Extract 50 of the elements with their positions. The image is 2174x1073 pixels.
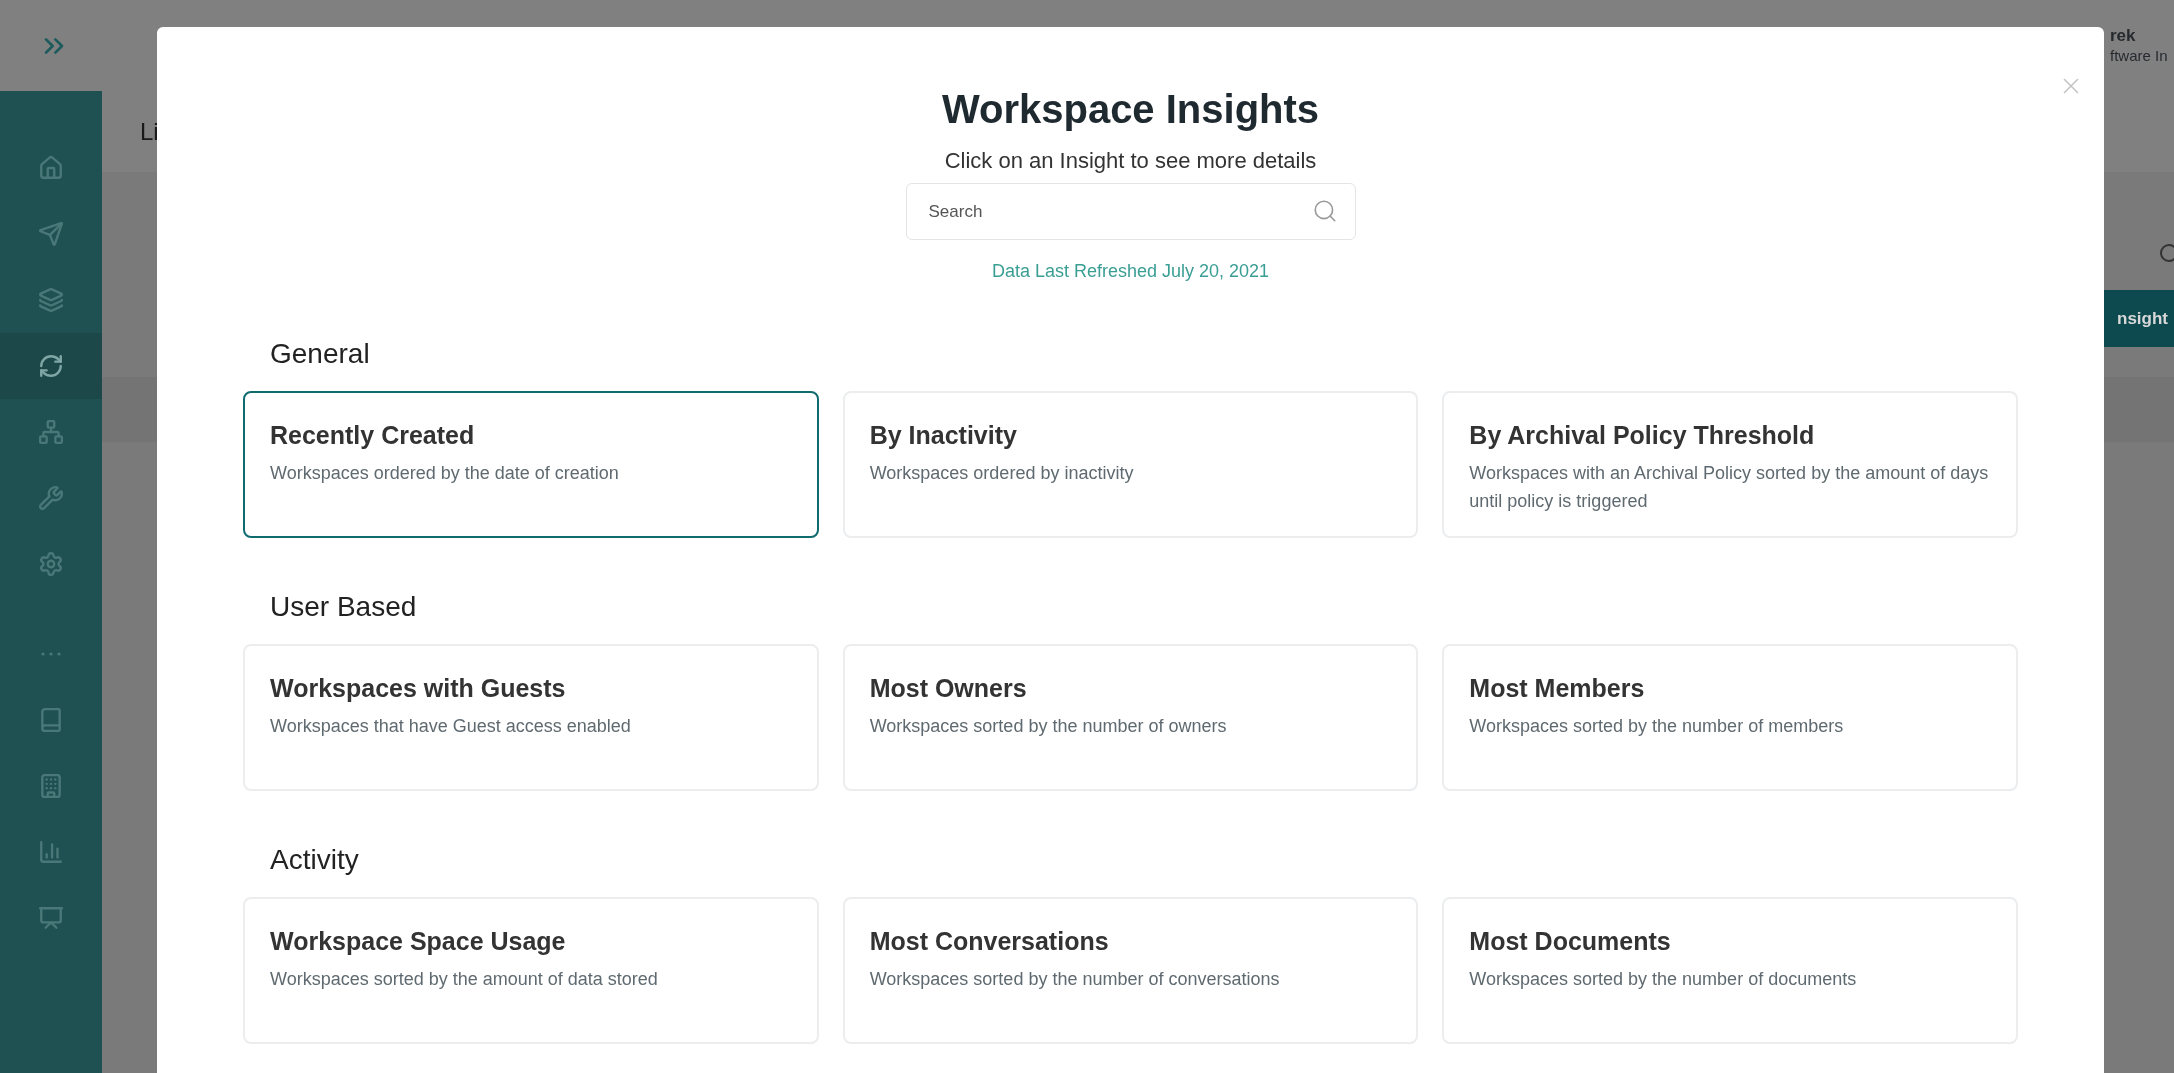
insight-card[interactable]: Most Conversations Workspaces sorted by the number of conversations [842, 897, 1419, 1044]
insight-card[interactable]: By Inactivity Workspaces ordered by inactivity [842, 391, 1419, 538]
more-icon [41, 652, 61, 656]
refresh-date: Data Last Refreshed July 20, 2021 [991, 260, 1270, 283]
building-icon [38, 773, 64, 799]
insight-card[interactable]: Workspaces with Guests Workspaces that have Guest access enabled [243, 644, 819, 791]
presenter-icon [38, 905, 64, 931]
card-description: Workspaces sorted by the number of members [1469, 715, 1845, 738]
dialog-subtitle: Click on an Insight to see more details [944, 147, 1317, 175]
section-heading: General [270, 337, 371, 371]
card-title: Most Conversations [869, 926, 1110, 957]
card-description: Workspaces ordered by inactivity [869, 462, 1135, 485]
layers-icon [38, 287, 64, 313]
card-title: By Archival Policy Threshold [1469, 420, 1816, 451]
book-icon [38, 707, 64, 733]
card-title: Most Documents [1469, 926, 1672, 957]
card-description: Workspaces sorted by the number of owners [869, 715, 1228, 738]
bar-chart-icon [38, 839, 64, 865]
wrench-icon [38, 485, 64, 511]
card-title: By Inactivity [869, 420, 1018, 451]
insight-card[interactable]: Most Documents Workspaces sorted by the number of documents [1442, 897, 2018, 1044]
card-description: Workspaces sorted by the amount of data stored [270, 968, 659, 991]
card-title: Workspaces with Guests [270, 673, 567, 704]
card-description: Workspaces with an Archival Policy sorted by the amount of days until policy is triggered [1469, 462, 1990, 513]
refresh-icon [38, 353, 64, 379]
dialog-title: Workspace Insights [941, 86, 1320, 133]
card-description: Workspaces sorted by the number of documents [1469, 968, 1858, 991]
user-role: ftware In [2110, 45, 2169, 66]
card-title: Recently Created [270, 420, 476, 451]
card-title: Workspace Space Usage [270, 926, 567, 957]
settings-icon [38, 551, 64, 577]
card-description: Workspaces that have Guest access enabled [270, 715, 632, 738]
card-title: Most Members [1469, 673, 1646, 704]
section-heading: Activity [270, 843, 360, 877]
card-title: Most Owners [869, 673, 1028, 704]
search-field[interactable]: Search [905, 183, 1356, 240]
insight-card[interactable]: Workspace Space Usage Workspaces sorted by the amount of data stored [243, 897, 819, 1044]
insight-card[interactable]: Most Members Workspaces sorted by the number of members [1442, 644, 2018, 791]
insight-card[interactable]: By Archival Policy Threshold Workspaces with an Archival Policy sorted by the amount of days until policy is triggered [1442, 391, 2018, 538]
section-heading: User Based [270, 590, 418, 624]
insight-card[interactable]: Recently Created Workspaces ordered by the date of creation [243, 391, 819, 538]
user-name: rek [2110, 25, 2137, 46]
hierarchy-icon [38, 419, 64, 445]
card-description: Workspaces sorted by the number of conversations [869, 968, 1281, 991]
page-title: Li [140, 116, 159, 147]
card-description: Workspaces ordered by the date of creation [270, 462, 620, 485]
sidebar-item[interactable] [0, 333, 102, 399]
insight-card[interactable]: Most Owners Workspaces sorted by the number of owners [842, 644, 1419, 791]
paper-plane-icon [38, 221, 64, 247]
home-icon [38, 155, 64, 181]
